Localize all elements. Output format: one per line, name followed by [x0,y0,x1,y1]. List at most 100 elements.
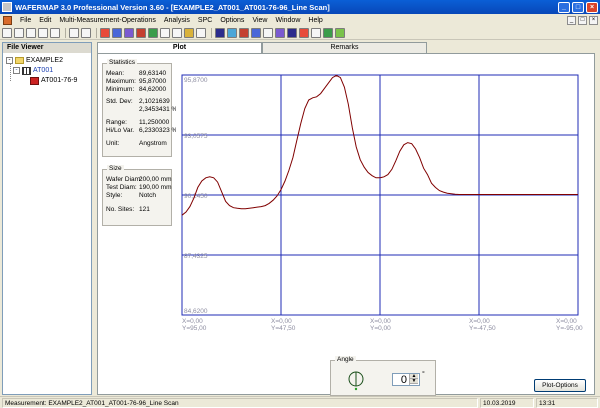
open-icon[interactable] [14,27,24,38]
tree-item-at001[interactable]: - AT001 [13,66,53,75]
wafer-lot-icon [22,66,31,75]
menu-view[interactable]: View [248,17,271,24]
angle-unit: ° [422,371,425,378]
close-button[interactable]: × [586,1,598,13]
filter-icon[interactable] [323,27,333,38]
x-tick-label: X=0,00 [469,318,490,325]
menu-options[interactable]: Options [216,17,248,24]
status-time: 13:31 [536,398,598,408]
wafer-diam-value: 200,00 mm [139,176,172,183]
tree-item-label: EXAMPLE2 [26,57,63,64]
size-title: Size [107,165,124,172]
chart-icon[interactable] [196,27,206,38]
minimize-button[interactable]: _ [558,1,570,13]
style-value: Notch [139,192,156,199]
statistics-icon[interactable] [160,27,170,38]
x-tick-label: X=0,00 [182,318,203,325]
histogram-icon[interactable] [136,27,146,38]
color-wafer-icon[interactable] [215,27,225,38]
maximize-button[interactable]: □ [572,1,584,13]
x-tick-label: Y=47,50 [271,325,296,332]
tree-item-at001-76-9[interactable]: AT001-76-9 [30,76,77,85]
x-tick-label: Y=-47,50 [469,325,496,332]
grid-icon[interactable] [263,27,273,38]
print-icon[interactable] [38,27,48,38]
x-tick-label: X=0,00 [370,318,391,325]
tree-item-label: AT001-76-9 [41,77,78,84]
target-icon[interactable] [239,27,249,38]
x-tick-label: X=0,00 [556,318,577,325]
trend-icon[interactable] [184,27,194,38]
dimension-icon[interactable] [275,27,285,38]
menu-window[interactable]: Window [271,17,304,24]
maximum-label: Maximum: [106,78,136,85]
menu-bar: File Edit Multi-Measurement-Operations A… [0,14,600,26]
status-date: 10.03.2019 [480,398,534,408]
wafer-select-icon[interactable] [69,27,79,38]
menu-file[interactable]: File [16,17,35,24]
angle-spinner[interactable]: ▲ ▼ [409,374,418,385]
line-scan-chart[interactable]: 95,8700 93,0575 90,2450 87,4325 84,6200 X=0,0… [176,67,588,352]
menu-analysis[interactable]: Analysis [160,17,194,24]
text-icon[interactable] [287,27,297,38]
tab-strip: Plot Remarks [97,42,595,53]
document-icon[interactable] [3,15,12,25]
line-scan-file-icon [30,76,39,85]
menu-multi-measurement-operations[interactable]: Multi-Measurement-Operations [55,17,159,24]
menu-edit[interactable]: Edit [35,17,55,24]
collapse-toggle-icon[interactable]: - [13,67,20,74]
print-preview-icon[interactable] [50,27,60,38]
std-dev-label: Std. Dev: [106,98,133,105]
line-scan-icon[interactable] [124,27,134,38]
menu-help[interactable]: Help [304,17,326,24]
main-area: Plot Remarks Statistics Mean: 89,63140 M… [95,42,598,396]
status-measurement: Measurement: EXAMPLE2_AT001_AT001-76-96_… [2,398,478,408]
unit-label: Unit: [106,140,120,147]
menu-spc[interactable]: SPC [194,17,216,24]
spin-down-icon[interactable]: ▼ [410,379,418,384]
tab-plot[interactable]: Plot [97,42,262,53]
save-icon[interactable] [26,27,36,38]
mdi-restore-button[interactable]: □ [578,15,587,25]
statistics-group: Statistics Mean: 89,63140 Maximum: 95,87… [102,59,177,157]
folder-icon [15,57,24,64]
tree-item-example2[interactable]: - EXAMPLE2 [6,56,63,65]
globe-icon[interactable] [227,27,237,38]
multi-wafer-icon[interactable] [81,27,91,38]
app-icon [2,2,12,12]
wafer-map-icon[interactable] [100,27,110,38]
compare-icon[interactable] [251,27,261,38]
size-group: Size Wafer Diam: 200,00 mm Test Diam: 19… [102,165,172,226]
mdi-close-button[interactable]: × [589,15,598,25]
y-tick-label: 87,4325 [184,253,208,260]
toolbar [0,26,600,40]
sigma-icon[interactable] [172,27,182,38]
bar-chart-icon[interactable] [335,27,345,38]
mean-value: 89,63140 [139,70,167,77]
range-label: Range: [106,119,127,126]
angle-group: Angle 0 ▲ ▼ ° [330,356,436,396]
tab-remarks[interactable]: Remarks [262,42,427,53]
collapse-toggle-icon[interactable]: - [6,57,13,64]
std-dev-percent: 2,3453431 % [139,106,178,113]
window-title: WAFERMAP 3.0 Professional Version 3.60 -… [15,2,330,12]
status-bar: Measurement: EXAMPLE2_AT001_AT001-76-96_… [0,396,600,408]
y-tick-label: 93,0575 [184,133,208,140]
angle-title: Angle [335,356,356,363]
hilo-var-value: 6,2330323 % [139,127,178,134]
plot-panel: Statistics Mean: 89,63140 Maximum: 95,87… [97,53,595,396]
hilo-var-label: Hi/Lo Var. [106,127,135,134]
tree-item-label: AT001 [33,67,54,74]
mdi-minimize-button[interactable]: _ [567,15,576,25]
wafer-diam-label: Wafer Diam: [106,176,142,183]
plot-options-button[interactable]: Plot-Options [534,379,586,392]
hd-icon[interactable] [299,27,309,38]
x-tick-label: Y=95,00 [182,325,207,332]
new-icon[interactable] [2,27,12,38]
file-viewer-header: File Viewer [3,43,91,53]
contour-icon[interactable] [112,27,122,38]
3d-plot-icon[interactable] [148,27,158,38]
sigma-view-icon[interactable] [311,27,321,38]
test-diam-label: Test Diam: [106,184,137,191]
chart-svg: 95,8700 93,0575 90,2450 87,4325 84,6200 X=0,0… [181,74,583,332]
